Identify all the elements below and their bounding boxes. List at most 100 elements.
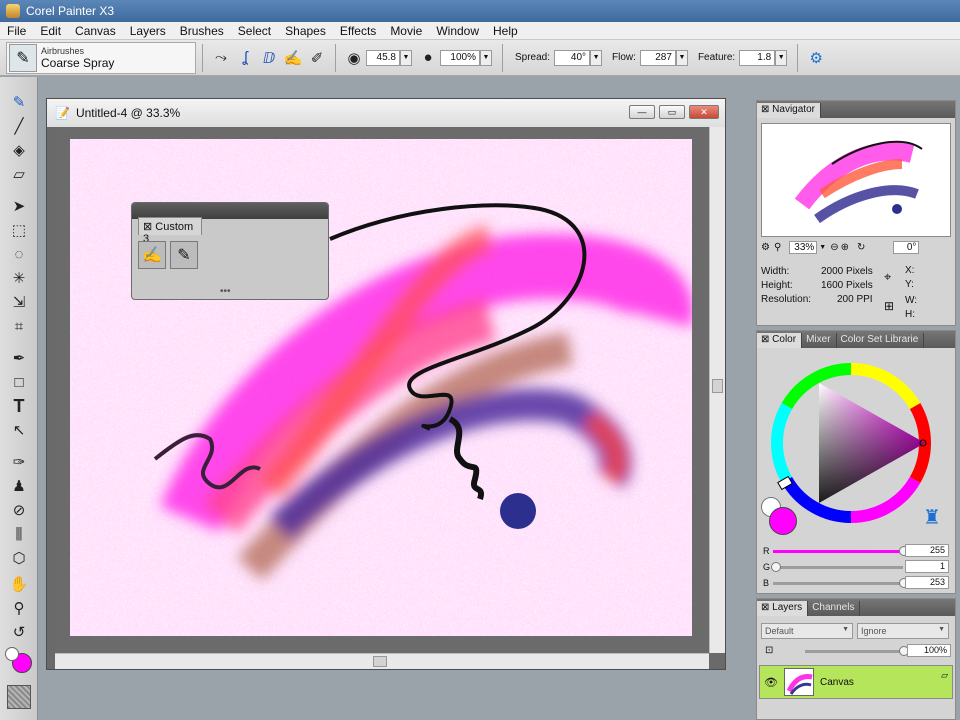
brush-settings-icon[interactable]: ✐	[305, 46, 329, 70]
feature-field[interactable]: 1.8	[739, 49, 776, 66]
menu-movie[interactable]: Movie	[383, 24, 429, 38]
rectangle-shape-tool-icon[interactable]: □	[7, 371, 31, 393]
navigator-tabs: ⊠ Navigator	[757, 101, 955, 118]
freehand-stroke-icon[interactable]: ʆ	[233, 46, 257, 70]
pen-tool-icon[interactable]: ✒	[7, 347, 31, 369]
layer-adjuster-tool-icon[interactable]: ➤	[7, 195, 31, 217]
layer-row[interactable]: 👁 Canvas ▱	[759, 665, 953, 699]
divine-proportion-icon[interactable]: ⬡	[7, 547, 31, 569]
navigator-zoom-dropdown[interactable]: ▼	[819, 244, 826, 251]
navigator-settings-icon[interactable]: ⚙	[761, 242, 770, 253]
tab-navigator[interactable]: ⊠ Navigator	[757, 103, 821, 118]
close-icon[interactable]: ⊠	[143, 221, 152, 233]
custom-brush-2-icon[interactable]: ✎	[170, 241, 198, 269]
custom-palette[interactable]: ⊠ Custom 3 ✍ ✎ •••	[131, 202, 329, 300]
layer-visibility-icon[interactable]: ⊡	[765, 645, 773, 656]
text-tool-icon[interactable]: T	[7, 395, 31, 417]
feature-dropdown[interactable]: ▼	[775, 49, 788, 66]
navigator-rotation-field[interactable]: 0°	[893, 241, 920, 254]
paint-bucket-tool-icon[interactable]: ◈	[7, 139, 31, 161]
opacity-field[interactable]: 100%	[440, 49, 480, 66]
dab-preview-icon[interactable]: ⚙	[804, 46, 828, 70]
g-slider-knob[interactable]	[771, 562, 781, 572]
stamp-icon[interactable]: ♜	[923, 505, 941, 530]
dropper-tool-icon[interactable]: ╱	[7, 115, 31, 137]
flow-field[interactable]: 287	[639, 49, 676, 66]
shape-selection-icon[interactable]: ↖	[7, 419, 31, 441]
r-value[interactable]: 255	[905, 544, 949, 557]
color-panel: ⊠ Color Mixer Color Set Librarie ♜ R 255…	[756, 330, 956, 594]
vertical-scroll-thumb[interactable]	[712, 379, 723, 393]
straight-line-stroke-icon[interactable]: ⅅ	[257, 46, 281, 70]
menu-shapes[interactable]: Shapes	[278, 24, 333, 38]
zoom-out-icon[interactable]: ⊖	[830, 242, 838, 253]
navigator-preview[interactable]	[761, 123, 951, 237]
tab-layers[interactable]: ⊠ Layers	[757, 601, 809, 616]
menu-window[interactable]: Window	[429, 24, 486, 38]
custom-palette-tab[interactable]: ⊠ Custom 3	[138, 217, 202, 245]
minimize-button[interactable]: —	[629, 105, 655, 119]
zoom-in-icon[interactable]: ⊕	[841, 242, 849, 253]
property-bar: ✎ Airbrushes Coarse Spray ⤳ ʆ ⅅ ✍ ✐ ◉ 45…	[0, 40, 960, 76]
rectangular-selection-icon[interactable]: ⬚	[7, 219, 31, 241]
rotate-icon[interactable]: ↻	[857, 242, 865, 253]
b-value[interactable]: 253	[905, 576, 949, 589]
main-color-circle[interactable]	[769, 507, 797, 535]
r-slider[interactable]	[773, 550, 903, 553]
size-field[interactable]: 45.8	[366, 49, 400, 66]
color-wheel[interactable]	[757, 351, 957, 531]
selection-adjuster-icon[interactable]: ⇲	[7, 291, 31, 313]
lasso-tool-icon[interactable]: ◌	[7, 243, 31, 265]
size-dropdown[interactable]: ▼	[400, 49, 412, 66]
g-value[interactable]: 1	[905, 560, 949, 573]
opacity-dropdown[interactable]: ▼	[480, 49, 492, 66]
menu-select[interactable]: Select	[231, 24, 278, 38]
layer-options-icon[interactable]: ▱	[941, 670, 948, 681]
rotate-page-icon[interactable]: ↺	[7, 621, 31, 643]
brush-tool-icon[interactable]: ✎	[7, 91, 31, 113]
magnifier-icon[interactable]: ⚲	[7, 597, 31, 619]
eye-icon[interactable]: 👁	[764, 676, 778, 689]
menu-file[interactable]: File	[0, 24, 33, 38]
menu-brushes[interactable]: Brushes	[173, 24, 231, 38]
navigator-zoom-icon[interactable]: ⚲	[774, 242, 781, 253]
menu-layers[interactable]: Layers	[123, 24, 173, 38]
layer-opacity-value[interactable]: 100%	[907, 644, 951, 657]
composite-depth-select[interactable]: Ignore ▼	[857, 623, 949, 639]
layer-opacity-slider[interactable]	[805, 650, 903, 653]
tab-color[interactable]: ⊠ Color	[757, 333, 803, 348]
cloner-tool-icon[interactable]: ✑	[7, 451, 31, 473]
paper-selector-icon[interactable]	[7, 685, 31, 709]
spread-field[interactable]: 40°	[554, 49, 591, 66]
tab-mixer[interactable]: Mixer	[802, 333, 837, 348]
rubber-stamp-tool-icon[interactable]: ♟	[7, 475, 31, 497]
vertical-scrollbar[interactable]	[709, 127, 725, 653]
horizontal-scroll-thumb[interactable]	[373, 656, 387, 667]
mirror-tool-icon[interactable]: ⫼	[7, 523, 31, 545]
menu-effects[interactable]: Effects	[333, 24, 383, 38]
dodge-tool-icon[interactable]: ⊘	[7, 499, 31, 521]
maximize-button[interactable]: ▭	[659, 105, 685, 119]
crop-tool-icon[interactable]: ⌗	[7, 315, 31, 337]
menu-canvas[interactable]: Canvas	[68, 24, 123, 38]
brush-selector[interactable]: ✎ Airbrushes Coarse Spray	[6, 41, 196, 74]
g-slider[interactable]	[773, 566, 903, 569]
tab-channels[interactable]: Channels	[808, 601, 861, 616]
navigator-zoom-field[interactable]: 33%	[789, 241, 818, 254]
brush-ghost-icon[interactable]: ✍	[281, 46, 305, 70]
eraser-tool-icon[interactable]: ▱	[7, 163, 31, 185]
custom-brush-1-icon[interactable]: ✍	[138, 241, 166, 269]
b-slider[interactable]	[773, 582, 903, 585]
composite-method-select[interactable]: Default ▼	[761, 623, 853, 639]
flow-dropdown[interactable]: ▼	[675, 49, 688, 66]
tab-color-set-libraries[interactable]: Color Set Librarie	[837, 333, 925, 348]
stroke-type-icon[interactable]: ⤳	[209, 46, 233, 70]
secondary-color-swatch[interactable]	[5, 647, 19, 661]
magic-wand-tool-icon[interactable]: ✳	[7, 267, 31, 289]
spread-dropdown[interactable]: ▼	[590, 49, 603, 66]
close-button[interactable]: ✕	[689, 105, 719, 119]
menu-edit[interactable]: Edit	[33, 24, 68, 38]
horizontal-scrollbar[interactable]	[55, 653, 709, 669]
menu-help[interactable]: Help	[486, 24, 525, 38]
grabber-hand-icon[interactable]: ✋	[7, 573, 31, 595]
